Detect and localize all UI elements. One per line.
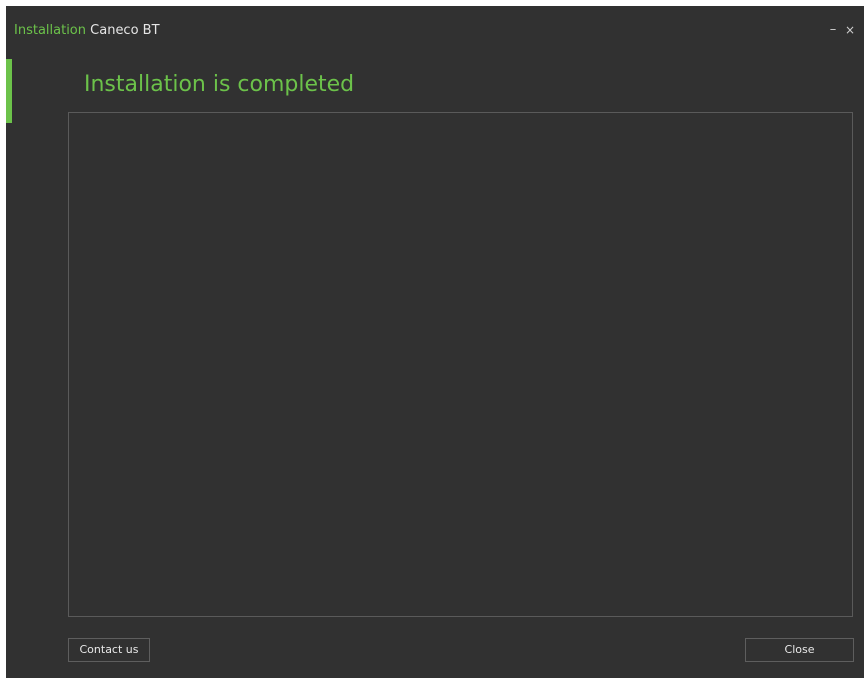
close-icon[interactable]: × bbox=[843, 23, 857, 37]
contact-us-button[interactable]: Contact us bbox=[68, 638, 150, 662]
content-panel bbox=[68, 112, 853, 617]
title-product: Caneco BT bbox=[90, 23, 160, 38]
minimize-icon[interactable]: – bbox=[826, 23, 840, 37]
window-title: Installation Caneco BT bbox=[14, 22, 160, 40]
title-prefix: Installation bbox=[14, 23, 87, 38]
close-button[interactable]: Close bbox=[745, 638, 854, 662]
title-bar[interactable]: Installation Caneco BT – × bbox=[6, 6, 864, 56]
installer-window: Installation Caneco BT – × Installation … bbox=[6, 6, 864, 678]
step-indicator bbox=[6, 59, 12, 123]
page-title: Installation is completed bbox=[84, 72, 355, 97]
